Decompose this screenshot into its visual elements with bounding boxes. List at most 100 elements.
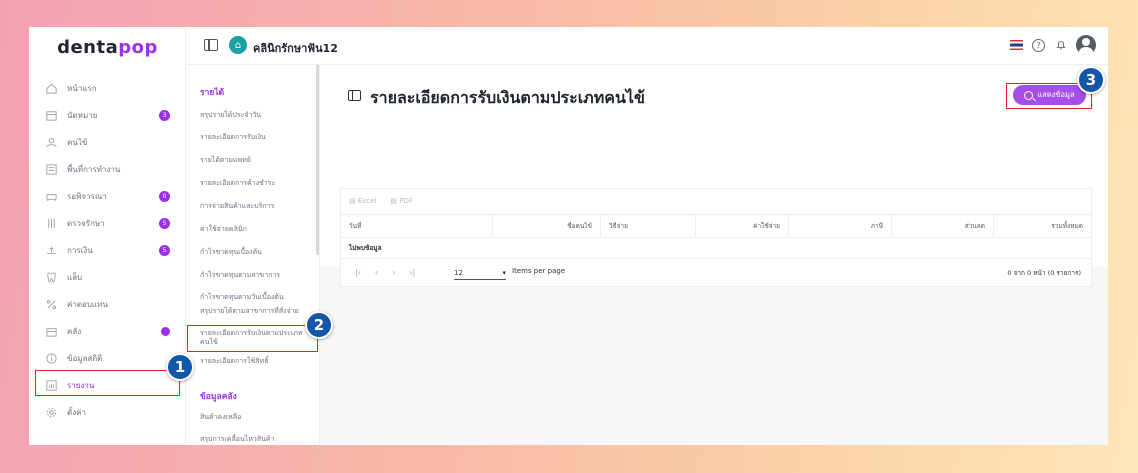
step-badge-1: 1	[166, 353, 194, 381]
couch-icon	[43, 189, 59, 205]
sidebar-item-label: คลัง	[67, 327, 82, 336]
page-size-select[interactable]: 12 ▾	[454, 266, 506, 280]
prev-page-icon[interactable]: ‹	[375, 268, 378, 277]
sidebar-item-waiting[interactable]: รอพิจารณา 0	[29, 183, 186, 210]
submenu-item[interactable]: กำไรขาดทุนเบื้องต้น	[200, 248, 315, 257]
submenu-item[interactable]: รายได้ตามแพทย์	[200, 156, 315, 165]
report-table: ▤ Excel ▤ PDF วันที่ ชื่อคนไข้ วิธีจ่าย …	[340, 188, 1092, 287]
percent-icon	[43, 297, 59, 313]
clinic-name[interactable]: คลินิกรักษาฟัน12	[253, 39, 338, 57]
column-header-patient[interactable]: ชื่อคนไข้	[493, 215, 601, 237]
column-header-date[interactable]: วันที่	[341, 215, 493, 237]
sidebar-item-appointments[interactable]: นัดหมาย 3	[29, 102, 186, 129]
column-header-discount[interactable]: ส่วนลด	[892, 215, 994, 237]
sidebar-item-label: ตรวจรักษา	[67, 219, 105, 228]
column-header-expense[interactable]: ค่าใช้จ่าย	[696, 215, 789, 237]
app-window: dentapop หน้าแรก นัดหมาย 3 คนไข้ พื้นที่…	[29, 27, 1108, 445]
submenu-item[interactable]: รายละเอียดการรับเงิน	[200, 133, 315, 142]
submenu-item[interactable]: สรุปรายได้ประจำวัน	[200, 111, 315, 120]
sidebar-item-label: คนไข้	[67, 138, 88, 147]
pagination-arrows: |‹ ‹ › ›|	[355, 268, 415, 277]
sidebar-toggle-icon[interactable]	[204, 39, 218, 51]
count-badge: 5	[159, 245, 170, 256]
sidebar-item-label: รอพิจารณา	[67, 192, 107, 201]
submenu-item[interactable]: การจ่ายสินค้าและบริการ	[200, 202, 315, 211]
submenu-heading-stock: ข้อมูลคลัง	[200, 392, 237, 402]
sidebar-item-label: หน้าแรก	[67, 84, 97, 93]
page-size-value: 12	[454, 268, 463, 277]
gear-icon	[43, 405, 59, 421]
count-badge: 5	[159, 218, 170, 229]
submenu-item[interactable]: กำไรขาดทุนตามวันเบื้องต้น	[200, 293, 315, 302]
chevron-down-icon: ▾	[502, 268, 506, 277]
sidebar-item-settings[interactable]: ตั้งค่า	[29, 399, 186, 426]
page-count-text: 0 จาก 0 หน้า (0 รายการ)	[1007, 269, 1081, 277]
submenu-item[interactable]: กำไรขาดทุนตามสาขาการ	[200, 271, 315, 280]
help-icon[interactable]: ?	[1032, 38, 1045, 52]
sidebar-item-label: นัดหมาย	[67, 111, 98, 120]
bell-icon[interactable]	[1054, 39, 1067, 52]
sidebar-item-statistics[interactable]: ข้อมูลสถิติ	[29, 345, 186, 372]
notification-dot	[161, 327, 170, 336]
user-avatar[interactable]	[1076, 35, 1096, 55]
column-header-payment-method[interactable]: วิธีจ่าย	[601, 215, 696, 237]
sidebar-item-label: แล็บ	[67, 273, 83, 282]
submenu-item[interactable]: รายละเอียดการค้างชำระ	[200, 179, 315, 188]
sidebar-item-stock[interactable]: คลัง	[29, 318, 186, 345]
first-page-icon[interactable]: |‹	[355, 268, 361, 277]
box-icon	[43, 324, 59, 340]
highlight-box-reports	[35, 370, 180, 396]
tooth-icon	[43, 270, 59, 286]
workspace-icon	[43, 162, 59, 178]
last-page-icon[interactable]: ›|	[409, 268, 415, 277]
sidebar-item-home[interactable]: หน้าแรก	[29, 75, 186, 102]
clinic-home-icon: ⌂	[229, 36, 247, 54]
logo: dentapop	[57, 37, 158, 58]
sidebar-item-lab[interactable]: แล็บ	[29, 264, 186, 291]
step-badge-3: 3	[1077, 66, 1105, 94]
top-header: ⌂ คลินิกรักษาฟัน12 ?	[186, 27, 1108, 65]
highlight-box-submenu-item	[187, 325, 318, 352]
sidebar-item-label: การเงิน	[67, 246, 93, 255]
submenu-item[interactable]: สรุปการเคลื่อนไหวสินค้า	[200, 435, 315, 444]
calendar-icon	[43, 108, 59, 124]
home-icon	[43, 81, 59, 97]
sidebar-item-workspace[interactable]: พื้นที่การทำงาน	[29, 156, 186, 183]
info-icon	[43, 351, 59, 367]
export-toolbar: ▤ Excel ▤ PDF	[349, 197, 413, 205]
page-panel-icon	[348, 90, 361, 101]
main-content: รายละเอียดการรับเงินตามประเภทคนไข้ แสดงข…	[320, 65, 1108, 445]
table-header: วันที่ ชื่อคนไข้ วิธีจ่าย ค่าใช้จ่าย ภาษ…	[341, 214, 1091, 238]
pagination: |‹ ‹ › ›| 12 ▾ Items per page 0 จาก 0 หน…	[341, 258, 1091, 286]
header-actions: ?	[1010, 35, 1096, 55]
count-badge: 0	[159, 191, 170, 202]
page-title: รายละเอียดการรับเงินตามประเภทคนไข้	[370, 88, 645, 107]
count-badge: 3	[159, 110, 170, 121]
export-excel-label: Excel	[357, 197, 377, 205]
sidebar-item-compensation[interactable]: ค่าตอบแทน	[29, 291, 186, 318]
report-submenu: รายได้ สรุปรายได้ประจำวัน รายละเอียดการร…	[186, 65, 320, 445]
sidebar-item-label: ข้อมูลสถิติ	[67, 354, 103, 363]
export-excel-button[interactable]: ▤ Excel	[349, 197, 376, 205]
submenu-item[interactable]: รายละเอียดการใช้สิทธิ์	[200, 357, 315, 366]
export-pdf-button[interactable]: ▤ PDF	[390, 197, 412, 205]
next-page-icon[interactable]: ›	[392, 268, 395, 277]
thai-flag-icon[interactable]	[1010, 40, 1023, 50]
column-header-tax[interactable]: ภาษี	[789, 215, 892, 237]
sidebar-item-finance[interactable]: การเงิน 5	[29, 237, 186, 264]
tools-icon	[43, 216, 59, 232]
no-data-text: ไม่พบข้อมูล	[349, 244, 382, 252]
submenu-item[interactable]: ค่าใช้จ่ายคลินิก	[200, 225, 315, 234]
sidebar-item-label: ตั้งค่า	[67, 408, 86, 417]
sidebar-item-label: ค่าตอบแทน	[67, 300, 108, 309]
submenu-heading-income: รายได้	[200, 88, 225, 98]
submenu-item[interactable]: สินค้าคงเหลือ	[200, 413, 315, 422]
submenu-scrollbar[interactable]	[316, 65, 319, 255]
items-per-page-label: Items per page	[512, 267, 566, 275]
sidebar-item-treatment[interactable]: ตรวจรักษา 5	[29, 210, 186, 237]
person-icon	[43, 135, 59, 151]
step-badge-2: 2	[305, 311, 333, 339]
column-header-total[interactable]: รวมทั้งหมด	[994, 215, 1091, 237]
sidebar-item-patients[interactable]: คนไข้	[29, 129, 186, 156]
submenu-item[interactable]: สรุปรายได้ตามสาขาการที่สั่งจ่าย	[200, 307, 315, 316]
